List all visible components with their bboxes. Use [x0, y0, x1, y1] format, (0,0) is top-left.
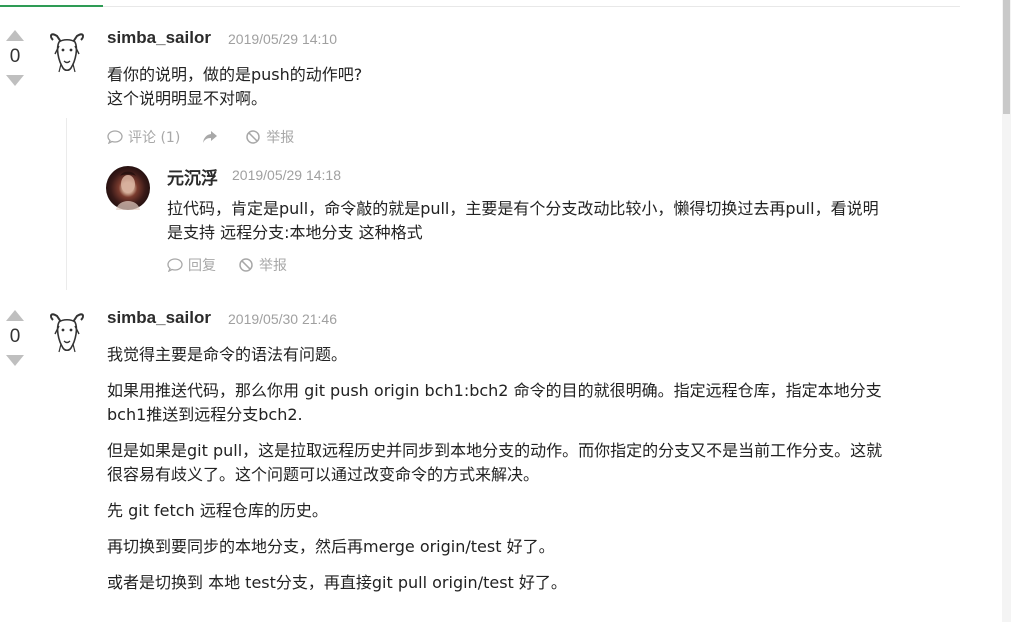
gnu-avatar-icon	[49, 313, 85, 353]
upvote-icon[interactable]	[6, 30, 24, 41]
portrait-avatar-icon	[116, 171, 140, 210]
ban-icon	[239, 258, 253, 272]
comment-icon	[107, 130, 123, 144]
comment-paragraph: 或者是切换到 本地 test分支，再直接git pull origin/test…	[107, 571, 967, 595]
comment-icon	[167, 258, 183, 272]
avatar[interactable]	[45, 30, 89, 74]
comment-paragraph: 再切换到要同步的本地分支，然后再merge origin/test 好了。	[107, 535, 967, 559]
upvote-icon[interactable]	[6, 310, 24, 321]
avatar[interactable]	[45, 310, 89, 354]
comment-text-line: 先 git fetch 远程仓库的历史。	[107, 501, 328, 520]
comment-text-line: 这个说明明显不对啊。	[107, 89, 268, 108]
report-button-label: 举报	[266, 130, 295, 146]
scrollbar-thumb[interactable]	[1003, 0, 1010, 114]
comment-body: 看你的说明，做的是push的动作吧? 这个说明明显不对啊。	[107, 63, 362, 111]
active-tab-indicator	[0, 5, 103, 7]
reply-date: 2019/05/29 14:18	[232, 167, 341, 183]
reply-avatar[interactable]	[106, 166, 150, 210]
ban-icon	[246, 130, 261, 144]
scrollbar[interactable]	[1002, 0, 1011, 622]
report-button[interactable]: 举报	[245, 127, 294, 147]
comment-text-line: 我觉得主要是命令的语法有问题。	[107, 345, 348, 364]
comment-text-line: 再切换到要同步的本地分支，然后再merge origin/test 好了。	[107, 537, 555, 556]
report-button-label: 举报	[259, 258, 287, 274]
report-button[interactable]: 举报	[238, 255, 287, 275]
comment-text-line: bch1推送到远程分支bch2.	[107, 405, 303, 424]
comment-date: 2019/05/29 14:10	[228, 31, 337, 47]
comment-author[interactable]: simba_sailor	[107, 308, 211, 328]
reply-button[interactable]: 回复	[167, 255, 216, 275]
comment-paragraph: 我觉得主要是命令的语法有问题。	[107, 343, 967, 367]
comment-author[interactable]: simba_sailor	[107, 28, 211, 48]
comment-text-line: 或者是切换到 本地 test分支，再直接git pull origin/test…	[107, 573, 567, 592]
vote-widget: 0	[3, 30, 27, 86]
reply-body: 拉代码，肯定是pull，命令敲的就是pull，主要是有个分支改动比较小，懒得切换…	[167, 197, 879, 245]
comment-button-label: 评论 (1)	[128, 130, 181, 146]
reply-button-label: 回复	[188, 258, 216, 274]
reply-actions: 回复 举报	[167, 255, 309, 275]
comment-date: 2019/05/30 21:46	[228, 311, 337, 327]
comment-paragraph: 先 git fetch 远程仓库的历史。	[107, 499, 967, 523]
vote-count: 0	[9, 46, 21, 67]
comment-text-line: 但是如果是git pull，这是拉取远程历史并同步到本地分支的动作。而你指定的分…	[107, 441, 883, 460]
share-icon	[203, 131, 218, 143]
downvote-icon[interactable]	[6, 75, 24, 86]
comment-text-line: 看你的说明，做的是push的动作吧?	[107, 65, 363, 84]
comment-body: 我觉得主要是命令的语法有问题。 如果用推送代码，那么你用 git push or…	[107, 343, 967, 607]
tab-divider	[0, 6, 960, 7]
comment-button[interactable]: 评论 (1)	[107, 127, 180, 147]
reply-thread-line	[66, 118, 67, 290]
comment-text-line: 如果用推送代码，那么你用 git push origin bch1:bch2 命…	[107, 381, 882, 400]
vote-count: 0	[9, 326, 21, 347]
gnu-avatar-icon	[49, 33, 85, 73]
vote-widget: 0	[3, 310, 27, 366]
comment-actions: 评论 (1) 举报	[107, 127, 316, 147]
comment-paragraph: 如果用推送代码，那么你用 git push origin bch1:bch2 命…	[107, 379, 967, 427]
comment-text-line: 很容易有歧义了。这个问题可以通过改变命令的方式来解决。	[107, 465, 540, 484]
comments-page: 0 simba_sailor 2019/05/29 14:10 看你的说明，做的…	[0, 0, 1011, 622]
reply-author[interactable]: 元沉浮	[167, 164, 218, 189]
comment-paragraph: 但是如果是git pull，这是拉取远程历史并同步到本地分支的动作。而你指定的分…	[107, 439, 967, 487]
reply-text-line: 是支持 远程分支:本地分支 这种格式	[167, 223, 423, 242]
reply-text-line: 拉代码，肯定是pull，命令敲的就是pull，主要是有个分支改动比较小，懒得切换…	[167, 199, 879, 218]
share-button[interactable]	[202, 130, 223, 144]
downvote-icon[interactable]	[6, 355, 24, 366]
